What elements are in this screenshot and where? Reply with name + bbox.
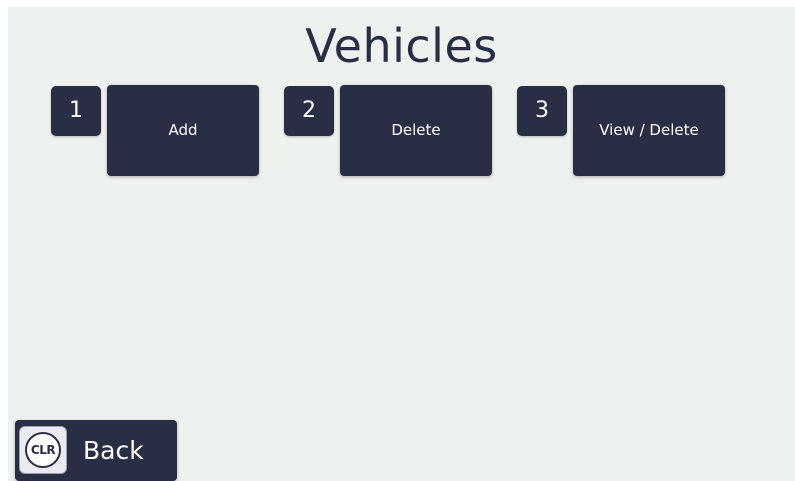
clr-icon-text: CLR xyxy=(25,432,61,468)
back-label: Back xyxy=(83,436,144,465)
back-button[interactable]: CLR Back xyxy=(15,420,177,481)
shortcut-key-3: 3 xyxy=(517,86,567,136)
shortcut-key-2: 2 xyxy=(284,86,334,136)
clr-key-icon: CLR xyxy=(19,426,67,474)
page-title: Vehicles xyxy=(305,19,498,73)
view-delete-button[interactable]: View / Delete xyxy=(573,85,725,176)
screen: Vehicles 1 Add 2 Delete 3 View / Delete … xyxy=(8,7,795,481)
delete-button[interactable]: Delete xyxy=(340,85,492,176)
shortcut-key-1: 1 xyxy=(51,86,101,136)
add-button[interactable]: Add xyxy=(107,85,259,176)
